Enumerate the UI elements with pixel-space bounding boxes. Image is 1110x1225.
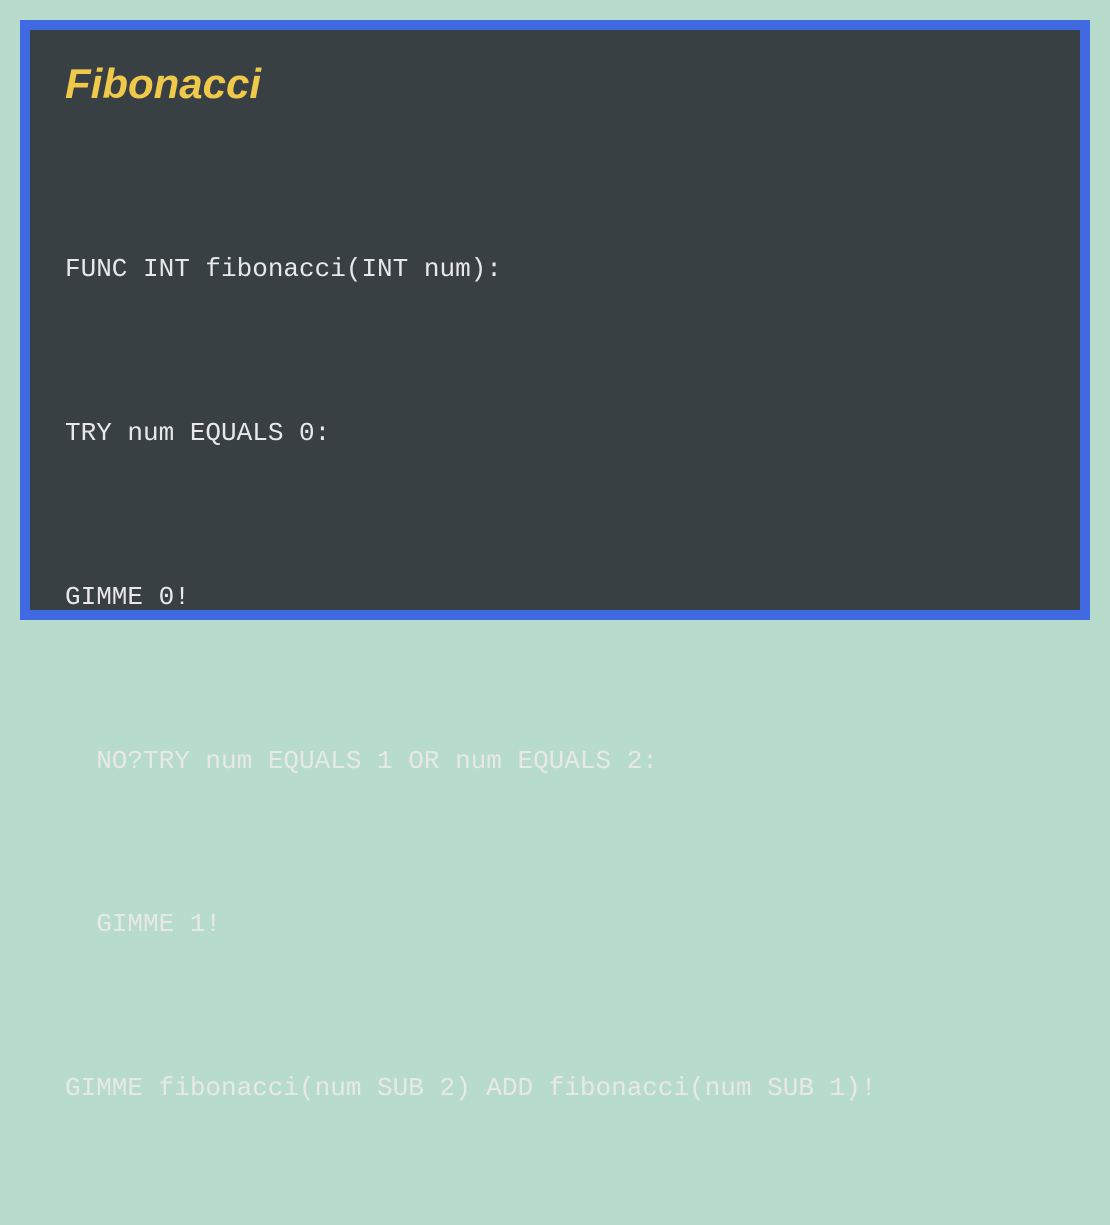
- code-line: GIMME 1!: [65, 897, 1045, 952]
- code-block: FUNC INT fibonacci(INT num): TRY num EQU…: [65, 133, 1045, 1225]
- code-panel: Fibonacci FUNC INT fibonacci(INT num): T…: [30, 30, 1080, 610]
- code-line: GIMME fibonacci(num SUB 2) ADD fibonacci…: [65, 1061, 1045, 1116]
- code-line: NO?TRY num EQUALS 1 OR num EQUALS 2:: [65, 734, 1045, 789]
- code-title: Fibonacci: [65, 60, 1045, 108]
- code-line: FUNC INT fibonacci(INT num):: [65, 242, 1045, 297]
- code-block-border: Fibonacci FUNC INT fibonacci(INT num): T…: [20, 20, 1090, 620]
- code-line: GIMME 0!: [65, 570, 1045, 625]
- code-line: TRY num EQUALS 0:: [65, 406, 1045, 461]
